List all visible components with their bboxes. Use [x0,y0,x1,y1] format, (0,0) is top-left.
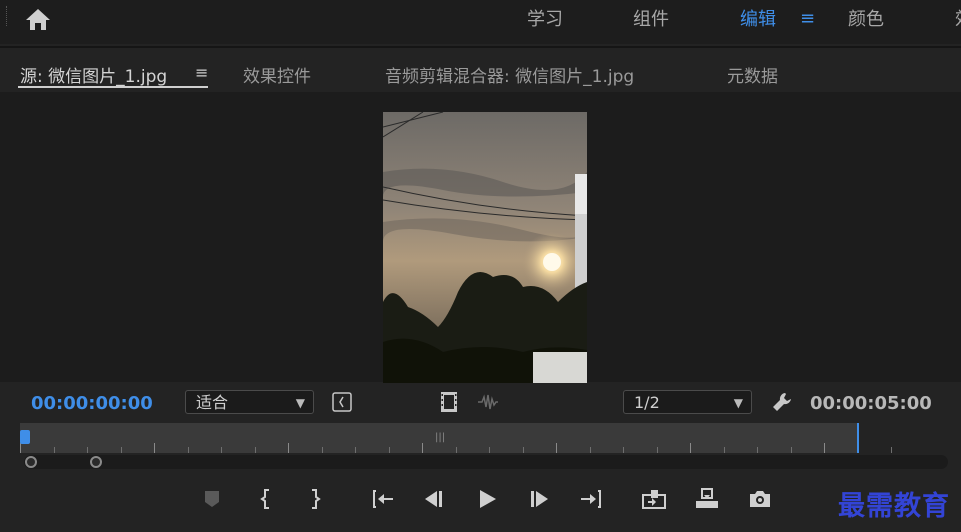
ruler-tick [589,447,591,453]
insert-icon[interactable] [641,486,667,512]
ruler-tick [288,443,289,453]
ruler-tick [723,447,725,453]
drag-audio-icon[interactable] [476,393,500,411]
ruler-tick [824,443,825,453]
ruler-tick [757,447,758,453]
duration-timecode: 00:00:05:00 [810,393,932,414]
ruler-tick [656,447,658,453]
ruler-tick [20,443,21,453]
settings-wrench-icon[interactable] [770,390,794,414]
playhead[interactable] [20,430,30,444]
marker-icon[interactable] [199,486,225,512]
tab-source[interactable]: 源: 微信图片_1.jpg [20,62,167,87]
ruler-tick [221,447,222,453]
tab-audio-clip-mixer[interactable]: 音频剪辑混合器: 微信图片_1.jpg [385,62,634,87]
overwrite-icon[interactable] [694,486,720,512]
ruler-tick [321,447,323,453]
workspace-tab-learn[interactable]: 学习 [527,5,563,31]
panel-divider [0,46,961,48]
workspace-tab-color[interactable]: 颜色 [848,5,884,31]
resolution-value: 1/2 [634,393,660,412]
workspace-tab-effects[interactable]: 效 [955,5,961,31]
ruler-tick [891,447,892,453]
ruler-tick [120,447,122,453]
ruler-tick [254,447,256,453]
ruler-tick [556,443,557,453]
ruler-center-grip[interactable]: ||| [435,432,445,443]
panel-menu-icon[interactable]: ≡ [195,63,208,82]
ruler-tick [187,447,189,453]
ruler-tick [422,443,423,453]
chevron-down-icon: ▼ [733,396,743,410]
zoom-level-value: 适合 [196,393,229,412]
go-to-in-icon[interactable] [370,486,396,512]
workspace-bar: 学习 组件 编辑 ≡ 颜色 效 [0,0,961,44]
preview-image [383,112,587,383]
zoom-level-select[interactable]: 适合 ▼ [185,390,314,414]
step-back-icon[interactable] [421,486,447,512]
watermark-logo: 最需教育 [838,491,950,522]
step-forward-icon[interactable] [526,486,552,512]
ruler-tick [154,443,155,453]
current-timecode[interactable]: 00:00:00:00 [31,393,153,414]
mark-in-icon[interactable] [254,486,280,512]
chevron-down-icon: ▼ [295,396,305,410]
time-ruler[interactable]: ||| [20,423,892,453]
workspace-tab-assembly[interactable]: 组件 [633,5,669,31]
panel-grip[interactable] [6,6,9,26]
ruler-tick [623,447,624,453]
drag-video-icon[interactable] [439,391,459,413]
ruler-tick [388,447,390,453]
playback-resolution-select[interactable]: 1/2 ▼ [623,390,752,414]
ruler-tick [455,447,457,453]
go-to-out-icon[interactable] [578,486,604,512]
ruler-tick [489,447,490,453]
ruler-tick [522,447,524,453]
ruler-tick [355,447,356,453]
zoom-scroll-right-handle[interactable] [90,456,102,468]
active-tab-indicator [18,86,208,88]
export-frame-icon[interactable] [747,486,773,512]
ruler-tick [53,447,55,453]
safe-margins-icon[interactable] [331,391,353,413]
out-point-marker[interactable] [857,423,859,453]
ruler-tick [690,443,691,453]
tab-metadata[interactable]: 元数据 [727,62,778,87]
tab-effect-controls[interactable]: 效果控件 [243,62,311,87]
home-icon[interactable] [24,6,52,32]
zoom-scrollbar[interactable] [24,455,948,469]
zoom-scroll-left-handle[interactable] [25,456,37,468]
ruler-tick [790,447,792,453]
mark-out-icon[interactable] [301,486,327,512]
play-icon[interactable] [474,486,500,512]
workspace-tab-edit[interactable]: 编辑 [740,5,776,31]
ruler-tick [87,447,88,453]
workspace-menu-icon[interactable]: ≡ [800,8,815,29]
